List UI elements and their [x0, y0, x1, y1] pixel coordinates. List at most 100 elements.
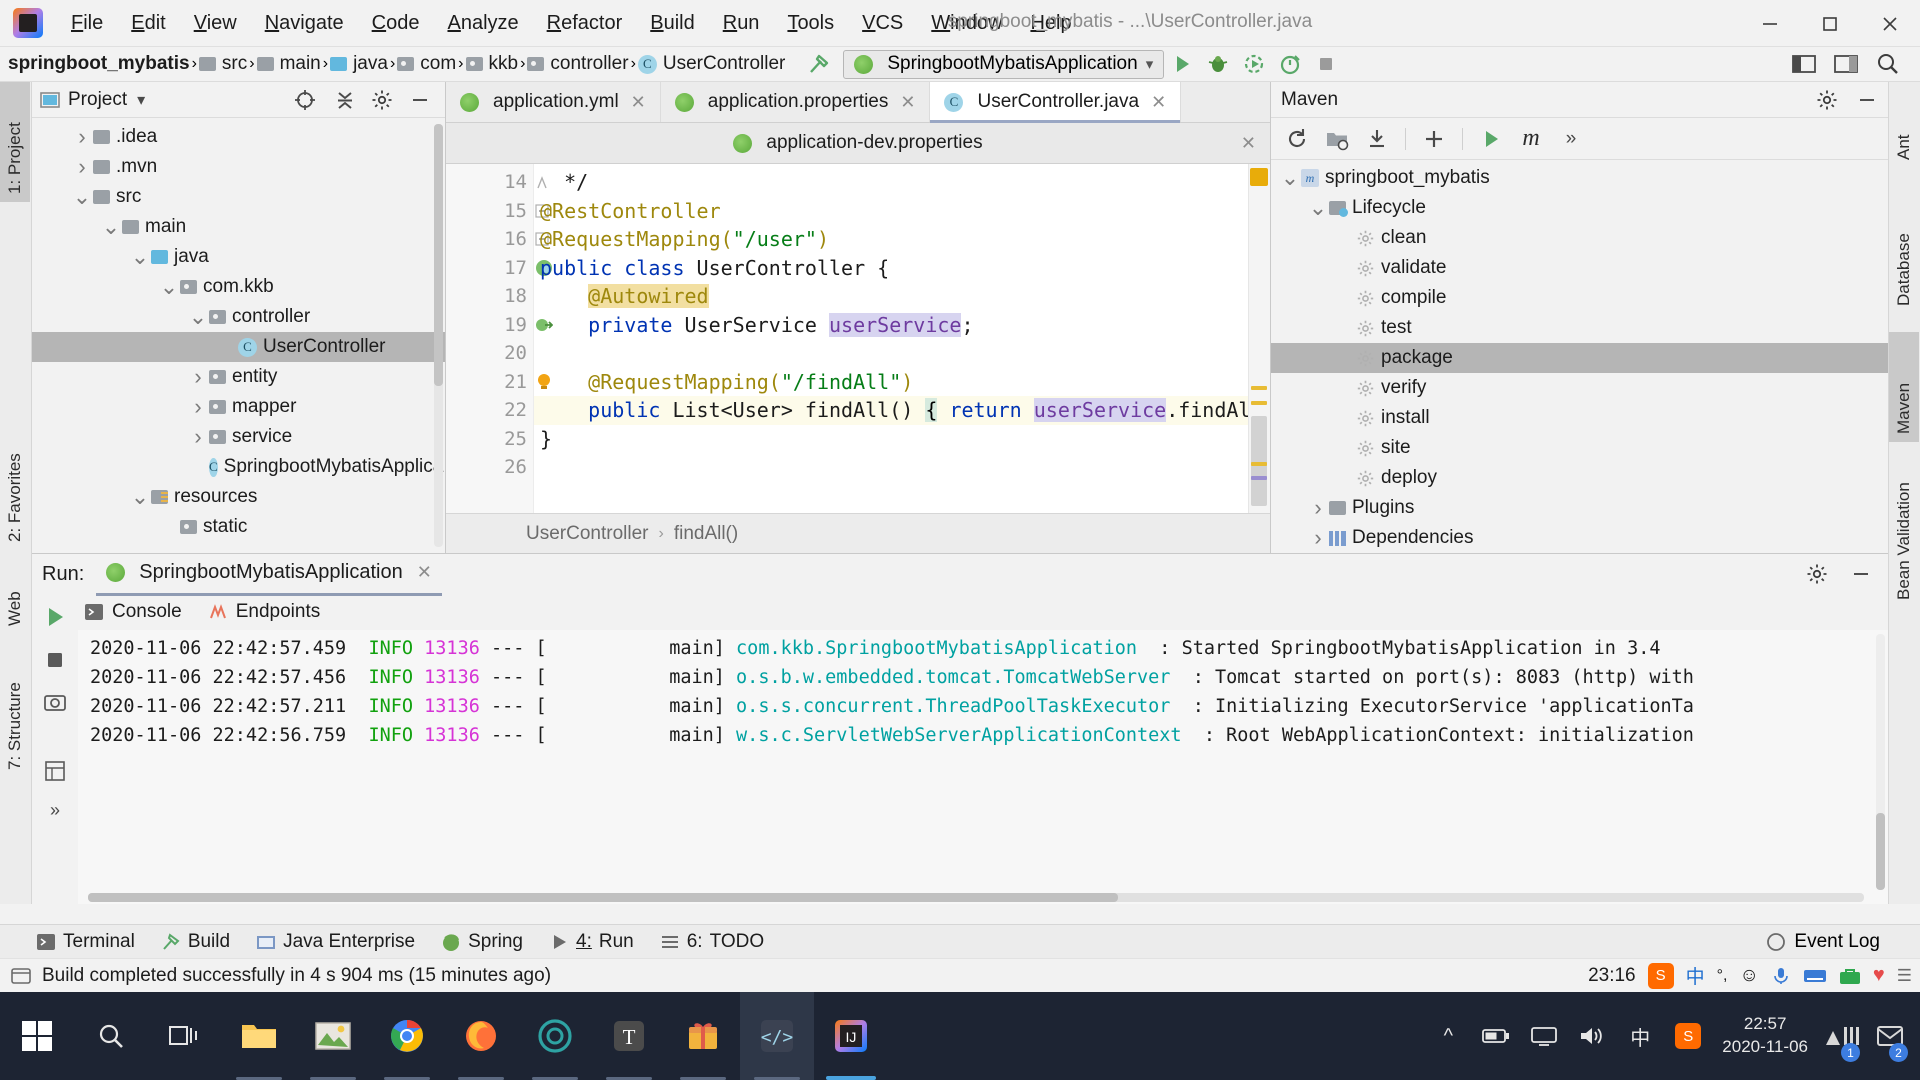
file-explorer-button[interactable]: [222, 992, 296, 1080]
code-line-21[interactable]: @RequestMapping("/findAll"): [534, 368, 1270, 397]
notification-icon[interactable]: 2: [1866, 992, 1914, 1080]
menu-item-view[interactable]: View: [180, 8, 251, 39]
menu-item-code[interactable]: Code: [358, 8, 434, 39]
settings-gear-icon[interactable]: [1806, 563, 1828, 585]
chevron-down-icon[interactable]: ⌄: [1279, 167, 1301, 189]
add-maven-project-icon[interactable]: [1319, 123, 1355, 154]
heart-icon[interactable]: ♥: [1873, 964, 1885, 987]
search-button[interactable]: [74, 992, 148, 1080]
menu-item-run[interactable]: Run: [709, 8, 774, 39]
chevron-down-icon[interactable]: ⌄: [71, 186, 93, 208]
maven-node-verify[interactable]: verify: [1271, 373, 1888, 403]
line-number-gutter[interactable]: 14 15 16 17 18 19 20 21 22 25 26: [446, 164, 553, 513]
close-icon[interactable]: ✕: [1241, 133, 1256, 154]
tree-node-java[interactable]: ⌄ java: [32, 242, 445, 272]
maven-node-clean[interactable]: clean: [1271, 223, 1888, 253]
bottom-tab-run[interactable]: 4: Run: [549, 931, 634, 953]
photos-app-button[interactable]: [296, 992, 370, 1080]
maven-node-deploy[interactable]: deploy: [1271, 463, 1888, 493]
chevron-right-icon[interactable]: ›: [1307, 495, 1329, 521]
maximize-button[interactable]: [1800, 0, 1860, 47]
reload-icon[interactable]: [1279, 123, 1315, 154]
tree-node-springbootmybatisapplica[interactable]: C SpringbootMybatisApplica: [32, 452, 445, 482]
chevron-down-icon[interactable]: ⌄: [100, 216, 122, 238]
code-line-14[interactable]: */: [534, 168, 1270, 197]
chevron-down-icon[interactable]: ⌄: [129, 246, 151, 268]
chevron-right-icon[interactable]: ›: [187, 424, 209, 450]
breadcrumb-item-src[interactable]: src: [197, 53, 249, 75]
code-line-18[interactable]: @Autowired: [534, 282, 1270, 311]
code-line-25[interactable]: }: [534, 425, 1270, 454]
camera-button[interactable]: [43, 690, 67, 714]
battery-icon[interactable]: [1472, 992, 1520, 1080]
mic-icon[interactable]: [1771, 966, 1791, 986]
gutter-line-25[interactable]: 25: [446, 425, 533, 454]
maven-node-site[interactable]: site: [1271, 433, 1888, 463]
tab-endpoints[interactable]: Endpoints: [208, 601, 320, 623]
gutter-line-16[interactable]: 16: [446, 225, 549, 254]
ime-chinese-icon[interactable]: 中: [1686, 962, 1705, 989]
sogou-icon[interactable]: S: [1647, 962, 1674, 989]
intellij-idea-button[interactable]: IJ: [814, 992, 888, 1080]
code-line-15[interactable]: @RestController: [534, 197, 1270, 226]
breadcrumb-item-springboot-mybatis[interactable]: springboot_mybatis: [6, 53, 192, 75]
minimize-button[interactable]: [1740, 0, 1800, 47]
maven-node-dependencies[interactable]: › Dependencies: [1271, 523, 1888, 553]
console-vertical-scrollbar[interactable]: [1876, 634, 1885, 890]
menu-item-build[interactable]: Build: [636, 8, 708, 39]
tab-console[interactable]: Console: [84, 601, 182, 623]
add-icon[interactable]: [1416, 123, 1452, 154]
editor-tab-application-yml[interactable]: application.yml ✕: [446, 82, 661, 122]
project-tree[interactable]: › .idea › .mvn ⌄ src ⌄ main ⌄ java ⌄ com.kkb ⌄ contro…: [32, 118, 445, 553]
more-button[interactable]: »: [50, 800, 60, 821]
search-icon[interactable]: [1870, 49, 1906, 80]
breadcrumb-item-com[interactable]: com: [395, 53, 458, 75]
run-tab-springboot[interactable]: SpringbootMybatisApplication ✕: [96, 561, 442, 596]
maven-node-plugins[interactable]: › Plugins: [1271, 493, 1888, 523]
tree-node-src[interactable]: ⌄ src: [32, 182, 445, 212]
code-line-16[interactable]: @RequestMapping("/user"): [534, 225, 1270, 254]
menu-item-tools[interactable]: Tools: [773, 8, 848, 39]
sidebar-tab-maven[interactable]: Maven: [1889, 332, 1919, 442]
gutter-line-14[interactable]: 14: [446, 168, 547, 197]
gutter-line-18[interactable]: 18: [446, 282, 533, 311]
code-line-17[interactable]: public class UserController {: [534, 254, 1270, 283]
chevron-down-icon[interactable]: ▾: [137, 90, 145, 110]
close-icon[interactable]: ✕: [417, 562, 432, 583]
run-configuration-selector[interactable]: SpringbootMybatisApplication ▾: [843, 49, 1165, 79]
close-button[interactable]: [1860, 0, 1920, 47]
menu-item-analyze[interactable]: Analyze: [433, 8, 532, 39]
stop-button[interactable]: [1308, 49, 1344, 80]
gutter-line-22[interactable]: 22: [446, 396, 549, 425]
breadcrumb-item-usercontroller[interactable]: C UserController: [636, 53, 787, 75]
chevron-down-icon[interactable]: ⌄: [129, 486, 151, 508]
hide-panel-icon[interactable]: [409, 89, 431, 111]
keyboard-icon[interactable]: [1803, 967, 1827, 985]
stop-button[interactable]: [43, 648, 67, 672]
chrome-browser-button[interactable]: [370, 992, 444, 1080]
gutter-line-17[interactable]: 17: [446, 254, 552, 283]
chevron-down-icon[interactable]: ⌄: [158, 276, 180, 298]
volume-icon[interactable]: [1568, 992, 1616, 1080]
bottom-tab-java-enterprise[interactable]: Java Enterprise: [256, 931, 415, 953]
breadcrumb-item-controller[interactable]: controller: [525, 53, 630, 75]
expand-all-button[interactable]: [44, 760, 66, 782]
open-preview-button[interactable]: [1828, 49, 1864, 80]
run-with-coverage-button[interactable]: [1236, 49, 1272, 80]
circle-app-button[interactable]: [518, 992, 592, 1080]
breadcrumb-item-main[interactable]: main: [255, 53, 323, 75]
tree-node-mapper[interactable]: › mapper: [32, 392, 445, 422]
chevron-up-icon[interactable]: ^: [1424, 992, 1472, 1080]
taskbar-clock[interactable]: 22:57 2020-11-06: [1712, 1013, 1818, 1059]
build-hammer-icon[interactable]: [801, 49, 837, 80]
gutter-line-21[interactable]: 21: [446, 368, 550, 397]
sidebar-tab-ant[interactable]: Ant: [1889, 98, 1919, 168]
inspection-status-marker[interactable]: [1250, 168, 1268, 186]
breadcrumb-item-kkb[interactable]: kkb: [464, 53, 521, 75]
tree-node-com-kkb[interactable]: ⌄ com.kkb: [32, 272, 445, 302]
more-icon[interactable]: ☰: [1897, 966, 1912, 986]
close-icon[interactable]: ✕: [1151, 92, 1166, 113]
maven-tree[interactable]: ⌄ m springboot_mybatis ⌄ Lifecycle clean valid…: [1271, 160, 1888, 553]
chevron-right-icon[interactable]: ›: [187, 394, 209, 420]
console-output[interactable]: 2020-11-06 22:42:57.459 INFO 13136 --- […: [78, 630, 1888, 904]
